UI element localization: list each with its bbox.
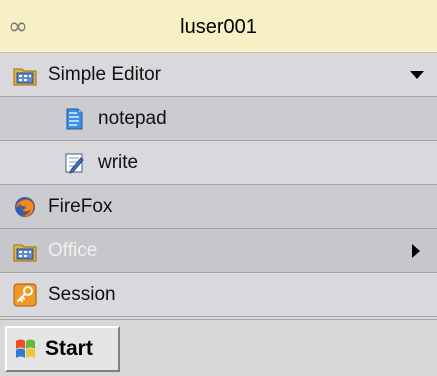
chevron-right-icon	[412, 244, 420, 258]
menu-item-office[interactable]: Office	[0, 229, 437, 273]
infinity-logo-icon: ∞	[8, 12, 28, 40]
chevron-down-icon	[410, 71, 424, 79]
firefox-icon	[13, 195, 37, 219]
key-icon	[13, 283, 37, 307]
user-name: luser001	[180, 16, 257, 38]
start-button[interactable]: Start	[5, 326, 120, 372]
menu-item-label: FireFox	[48, 196, 113, 217]
write-icon	[62, 151, 86, 175]
menu-item-firefox[interactable]: FireFox	[0, 185, 437, 229]
taskbar: Start	[0, 319, 437, 376]
folder-icon	[13, 239, 37, 263]
user-header: ∞ luser001	[0, 0, 437, 53]
menu-item-session[interactable]: Session	[0, 273, 437, 317]
start-label: Start	[45, 337, 93, 360]
notepad-icon	[62, 107, 86, 131]
windows-flag-icon	[13, 337, 39, 361]
application-menu: ∞ luser001 Simple Editor notepad write F…	[0, 0, 437, 319]
menu-item-label: Simple Editor	[48, 64, 161, 85]
menu-item-notepad[interactable]: notepad	[0, 97, 437, 141]
folder-icon	[13, 63, 37, 87]
menu-item-label: Office	[48, 240, 98, 261]
menu-item-simple-editor[interactable]: Simple Editor	[0, 53, 437, 97]
menu-item-label: notepad	[98, 108, 167, 129]
menu-item-write[interactable]: write	[0, 141, 437, 185]
menu-item-label: Session	[48, 284, 116, 305]
menu-item-label: write	[98, 152, 139, 173]
